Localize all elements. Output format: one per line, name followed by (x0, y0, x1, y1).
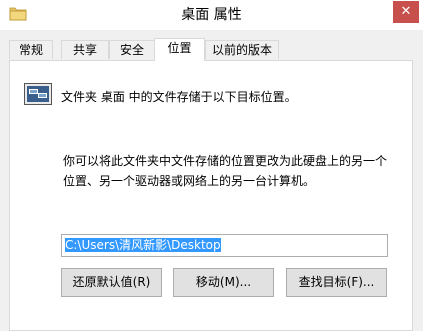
tab-security[interactable]: 安全 (109, 40, 155, 59)
restore-default-button[interactable]: 还原默认值(R) (61, 268, 162, 297)
title-bar[interactable]: 桌面 属性 ✕ (0, 0, 423, 30)
info-line-1: 你可以将此文件夹中文件存储的位置更改为此硬盘上的另一个 (63, 154, 388, 168)
info-line-2: 位置、另一个驱动器或网络上的另一台计算机。 (63, 174, 316, 188)
properties-window: 桌面 属性 ✕ 常规 共享 安全 位置 以前的版本 文件夹 桌面 中的文件存储于… (0, 0, 423, 331)
path-input[interactable]: C:\Users\清风新影\Desktop (61, 234, 388, 257)
tab-previous-versions[interactable]: 以前的版本 (205, 40, 279, 59)
info-text: 你可以将此文件夹中文件存储的位置更改为此硬盘上的另一个 位置、另一个驱动器或网络… (63, 151, 403, 191)
tab-sharing[interactable]: 共享 (61, 40, 109, 59)
find-target-button[interactable]: 查找目标(F)... (286, 268, 387, 297)
tab-general[interactable]: 常规 (9, 40, 53, 59)
path-input-value: C:\Users\清风新影\Desktop (65, 238, 221, 252)
location-description: 文件夹 桌面 中的文件存储于以下目标位置。 (61, 90, 297, 104)
location-panel: 文件夹 桌面 中的文件存储于以下目标位置。 你可以将此文件夹中文件存储的位置更改… (9, 60, 413, 331)
tab-location[interactable]: 位置 (154, 38, 205, 61)
move-button[interactable]: 移动(M)... (173, 268, 274, 297)
close-button[interactable]: ✕ (393, 1, 419, 23)
desktop-folder-icon (24, 83, 52, 105)
window-title: 桌面 属性 (181, 7, 242, 23)
